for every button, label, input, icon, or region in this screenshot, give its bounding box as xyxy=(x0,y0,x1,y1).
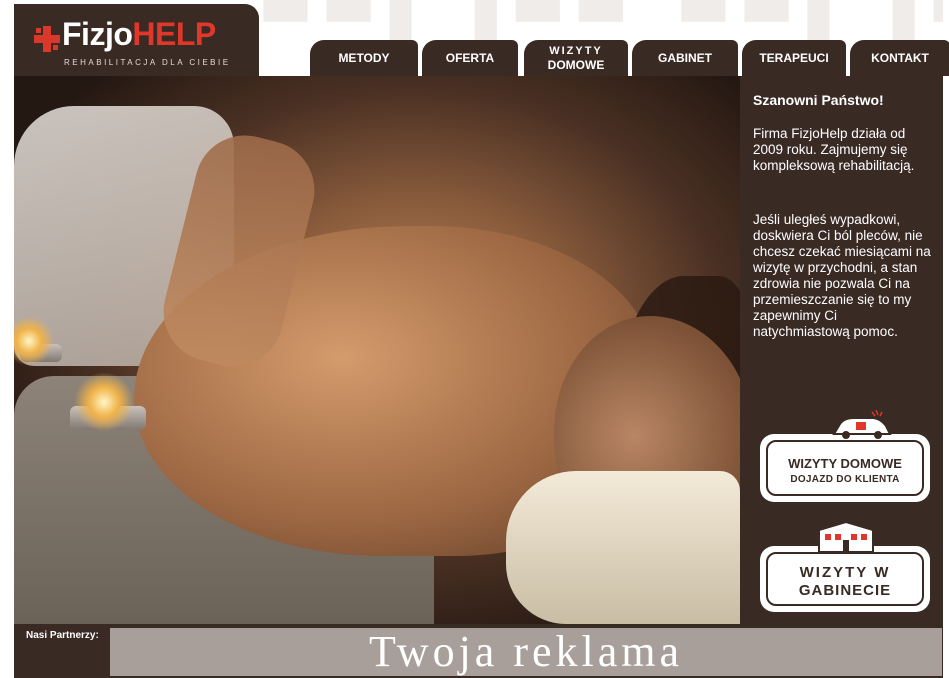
car-icon xyxy=(832,410,892,439)
ad-banner[interactable]: Twoja reklama xyxy=(110,628,942,676)
nav-tab-label: OFERTA xyxy=(445,51,495,65)
nav-tab-label: TERAPEUCI xyxy=(759,51,829,65)
sidebar-help-text: Jeśli uległeś wypadkowi, doskwiera Ci bó… xyxy=(753,212,931,339)
home-visits-subtitle: DOJAZD DO KLIENTA xyxy=(790,474,900,485)
sidebar: Szanowni Państwo! Firma FizjoHelp działa… xyxy=(740,76,943,624)
home-visits-button[interactable]: WIZYTY DOMOWE DOJAZD DO KLIENTA xyxy=(760,410,930,502)
office-visits-subtitle: GABINECIE xyxy=(798,582,892,599)
logo-wordmark: FizjoHELP xyxy=(62,16,216,53)
nav-tab-label-line2: DOMOWE xyxy=(547,58,605,72)
nav-tab-label: KONTAKT xyxy=(871,51,929,65)
cross-logo-icon xyxy=(34,26,60,52)
office-visits-title: WIZYTY W xyxy=(799,564,891,581)
nav-tab-wizyty-domowe[interactable]: WIZYTY DOMOWE xyxy=(524,40,628,76)
nav-tab-kontakt[interactable]: KONTAKT xyxy=(850,40,949,76)
home-visits-title: WIZYTY DOMOWE xyxy=(788,456,902,471)
office-visits-button[interactable]: WIZYTY W GABINECIE xyxy=(760,520,930,612)
site-logo[interactable]: FizjoHELP REHABILITACJA DLA CIEBIE xyxy=(14,4,259,76)
nav-tab-oferta[interactable]: OFERTA xyxy=(422,40,518,76)
building-icon xyxy=(818,520,874,553)
nav-tab-terapeuci[interactable]: TERAPEUCI xyxy=(742,40,846,76)
logo-tagline: REHABILITACJA DLA CIEBIE xyxy=(64,58,231,67)
photo-headrest xyxy=(506,471,740,624)
hero-massage-photo xyxy=(14,76,740,624)
nav-tab-metody[interactable]: METODY xyxy=(310,40,418,76)
candle-flame-icon xyxy=(74,372,134,432)
partners-label: Nasi Partnerzy: xyxy=(26,630,99,641)
logo-name-part2: HELP xyxy=(132,16,216,52)
nav-tab-label: METODY xyxy=(338,51,390,65)
logo-name-part1: Fizjo xyxy=(62,16,133,52)
nav-tab-label-line1: WIZYTY xyxy=(549,45,603,57)
nav-tab-gabinet[interactable]: GABINET xyxy=(632,40,738,76)
sidebar-greeting: Szanowni Państwo! xyxy=(753,92,884,108)
nav-tab-label: GABINET xyxy=(658,51,712,65)
sidebar-intro-text: Firma FizjoHelp działa od 2009 roku. Zaj… xyxy=(753,126,915,173)
